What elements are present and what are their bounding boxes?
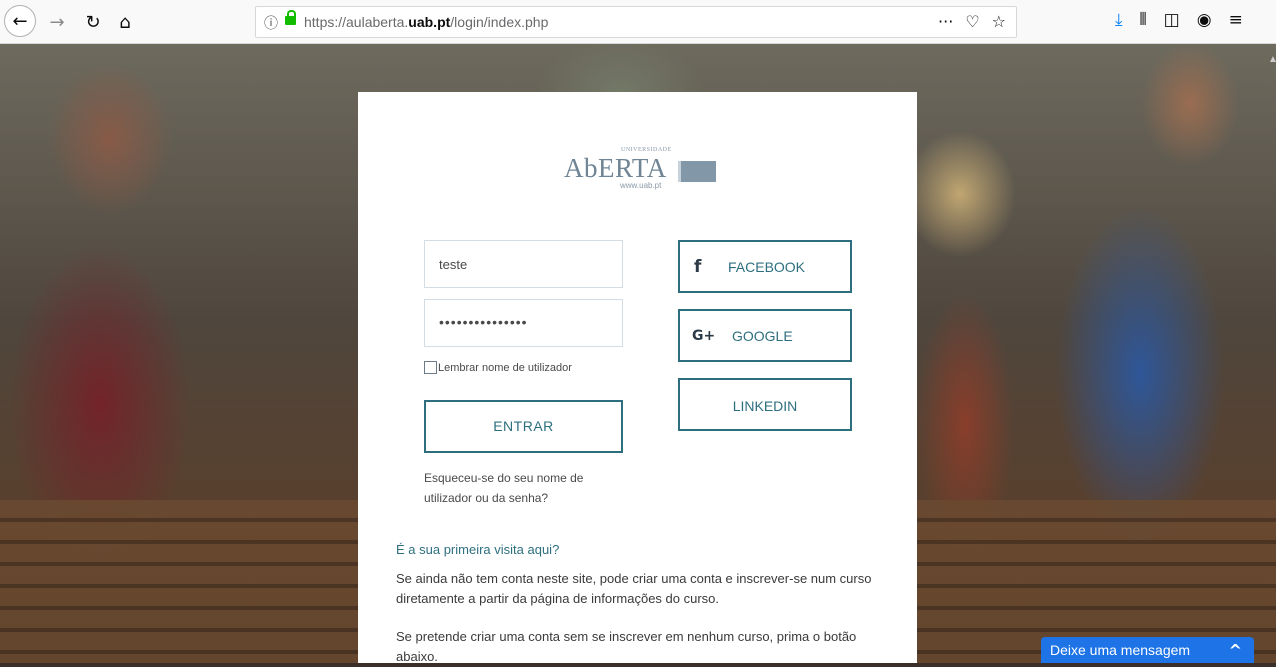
forgot-password-link[interactable]: Esqueceu-se do seu nome de utilizador ou… (424, 468, 624, 508)
chat-widget[interactable]: Deixe uma mensagem ^ (1041, 637, 1254, 663)
linkedin-label: LINKEDIN (732, 398, 798, 414)
url-actions: ··· ♡ ☆ (938, 12, 1006, 31)
logo-screen-icon (678, 161, 716, 182)
account-icon[interactable]: ◉ (1197, 10, 1212, 30)
logo-url: www.uab.pt (620, 181, 662, 190)
info-icon[interactable]: ⓘ (264, 13, 278, 33)
facebook-login-button[interactable]: f FACEBOOK (678, 240, 852, 293)
login-button[interactable]: ENTRAR (424, 400, 623, 453)
home-icon[interactable]: ⌂ (110, 7, 140, 37)
google-plus-icon: G+ (692, 327, 716, 344)
remember-label: Lembrar nome de utilizador (438, 361, 572, 374)
pocket-icon[interactable]: ♡ (965, 12, 979, 31)
google-label: GOOGLE (732, 327, 793, 344)
chevron-up-icon[interactable]: ^ (1229, 641, 1242, 660)
login-card: UNIVERSIDADE AbERTA www.uab.pt teste •••… (358, 92, 917, 664)
facebook-label: FACEBOOK (728, 258, 806, 275)
scrollbar-up-icon[interactable]: ▲ (1268, 54, 1276, 65)
password-input[interactable]: ••••••••••••••• (424, 299, 623, 347)
first-visit-paragraph-1: Se ainda não tem conta neste site, pode … (396, 571, 872, 606)
first-visit-paragraph-2: Se pretende criar uma conta sem se inscr… (396, 629, 857, 664)
download-icon[interactable]: ⤓ (1115, 10, 1123, 30)
more-icon[interactable]: ··· (938, 12, 953, 31)
right-toolbar: ⤓ ⫴ ◫ ◉ ≡ (1115, 10, 1243, 30)
browser-toolbar: ← → ↻ ⌂ ⓘ https://aulaberta.uab.pt/login… (0, 0, 1276, 44)
url-text[interactable]: https://aulaberta.uab.pt/login/index.php (304, 14, 548, 30)
sidebar-icon[interactable]: ◫ (1164, 10, 1180, 30)
linkedin-login-button[interactable]: LINKEDIN (678, 378, 852, 431)
remember-username[interactable]: Lembrar nome de utilizador (424, 361, 572, 374)
library-icon[interactable]: ⫴ (1140, 10, 1147, 30)
lock-icon[interactable] (285, 10, 296, 25)
facebook-icon: f (694, 256, 702, 277)
logo: UNIVERSIDADE AbERTA www.uab.pt (564, 147, 724, 192)
password-value: ••••••••••••••• (439, 314, 528, 330)
menu-icon[interactable]: ≡ (1229, 10, 1243, 30)
first-visit-heading: É a sua primeira visita aqui? (396, 542, 560, 557)
remember-checkbox[interactable] (424, 361, 437, 374)
forward-icon[interactable]: → (42, 7, 72, 37)
username-value: teste (439, 257, 468, 272)
address-bar[interactable]: ⓘ https://aulaberta.uab.pt/login/index.p… (255, 6, 1017, 38)
username-input[interactable]: teste (424, 240, 623, 288)
back-icon[interactable]: ← (4, 5, 36, 37)
google-login-button[interactable]: G+ GOOGLE (678, 309, 852, 362)
bookmark-star-icon[interactable]: ☆ (992, 12, 1006, 31)
reload-icon[interactable]: ↻ (78, 7, 108, 37)
logo-title: AbERTA (564, 153, 667, 183)
chat-label: Deixe uma mensagem (1050, 642, 1191, 658)
